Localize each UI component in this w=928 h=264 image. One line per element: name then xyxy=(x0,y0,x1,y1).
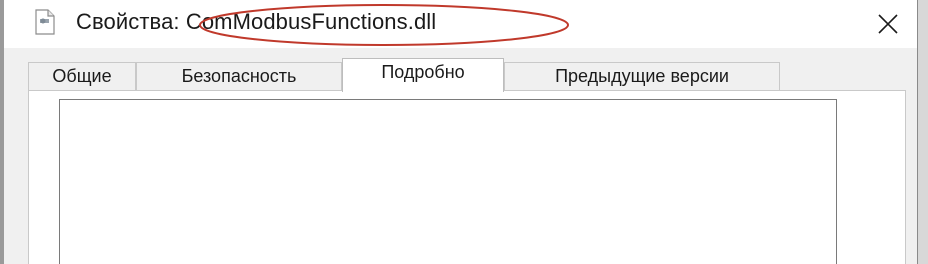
tab-label: Безопасность xyxy=(181,66,297,86)
details-tab-panel xyxy=(28,90,906,264)
close-icon xyxy=(878,14,898,34)
tab-previous-versions[interactable]: Предыдущие версии xyxy=(504,62,780,90)
dialog-body: Общие Безопасность Подробно Предыдущие в… xyxy=(4,48,917,264)
properties-list[interactable] xyxy=(59,99,837,264)
tab-details[interactable]: Подробно xyxy=(342,58,504,92)
tab-label: Предыдущие версии xyxy=(555,66,729,86)
tab-label: Подробно xyxy=(381,62,465,82)
tab-general[interactable]: Общие xyxy=(28,62,136,90)
tab-security[interactable]: Безопасность xyxy=(136,62,342,90)
window-title: Свойства: ComModbusFunctions.dll xyxy=(76,9,437,34)
close-button[interactable] xyxy=(866,6,910,42)
title-bar[interactable]: Свойства: ComModbusFunctions.dll xyxy=(4,0,917,48)
properties-window: Свойства: ComModbusFunctions.dll Общие Б… xyxy=(0,0,928,264)
file-properties-icon xyxy=(34,9,56,35)
tab-label: Общие xyxy=(52,66,112,86)
window-right-border xyxy=(918,0,928,264)
